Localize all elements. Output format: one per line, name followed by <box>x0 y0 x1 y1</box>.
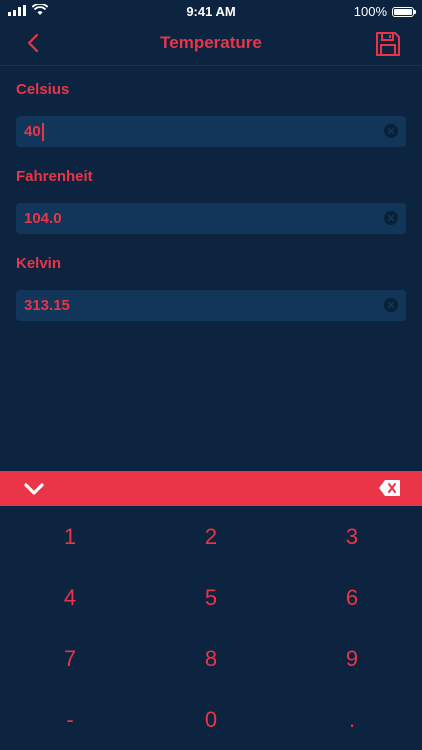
page-title: Temperature <box>160 33 262 52</box>
battery-icon <box>392 6 416 17</box>
key-9[interactable]: 9 <box>282 629 422 689</box>
save-button[interactable] <box>374 30 402 58</box>
floppy-disk-icon <box>376 32 400 56</box>
kelvin-field-group: Kelvin 313.15 <box>16 254 406 321</box>
fahrenheit-label: Fahrenheit <box>16 168 93 185</box>
key-8[interactable]: 8 <box>141 629 281 689</box>
battery-fill <box>394 8 412 15</box>
key-decimal[interactable]: . <box>282 690 422 750</box>
status-right: 100% <box>353 4 416 19</box>
fahrenheit-field-group: Fahrenheit 104.0 <box>16 167 406 234</box>
kelvin-input[interactable]: 313.15 <box>16 290 406 321</box>
numeric-keypad: 1 2 3 4 5 6 7 8 9 - 0 . <box>0 506 422 750</box>
key-5[interactable]: 5 <box>141 568 281 628</box>
conversion-form: Celsius 40 Fahrenheit 104.0 Kelvin 313.1… <box>16 80 406 341</box>
key-6[interactable]: 6 <box>282 568 422 628</box>
clear-fahrenheit-button[interactable] <box>384 211 398 225</box>
clear-icon <box>387 127 395 135</box>
battery-percentage: 100% <box>353 4 387 19</box>
celsius-label: Celsius <box>16 81 70 98</box>
key-3[interactable]: 3 <box>282 507 422 567</box>
keyboard-toolbar <box>0 471 422 506</box>
backspace-button[interactable] <box>378 478 402 498</box>
hide-keyboard-button[interactable] <box>22 479 46 499</box>
key-1[interactable]: 1 <box>0 507 140 567</box>
clear-celsius-button[interactable] <box>384 124 398 138</box>
fahrenheit-input[interactable]: 104.0 <box>16 203 406 234</box>
fahrenheit-value: 104.0 <box>24 210 62 227</box>
status-bar: 9:41 AM 100% <box>0 0 422 22</box>
key-7[interactable]: 7 <box>0 629 140 689</box>
clear-icon <box>387 301 395 309</box>
celsius-input[interactable]: 40 <box>16 116 406 147</box>
key-2[interactable]: 2 <box>141 507 281 567</box>
nav-bar: Temperature <box>0 22 422 66</box>
celsius-value: 40 <box>24 123 41 140</box>
text-cursor <box>41 122 44 141</box>
kelvin-label: Kelvin <box>16 255 62 272</box>
kelvin-value: 313.15 <box>24 297 70 314</box>
key-minus[interactable]: - <box>0 690 140 750</box>
clear-icon <box>387 214 395 222</box>
celsius-field-group: Celsius 40 <box>16 80 406 147</box>
chevron-down-icon <box>24 483 44 495</box>
key-4[interactable]: 4 <box>0 568 140 628</box>
key-0[interactable]: 0 <box>141 690 281 750</box>
clear-kelvin-button[interactable] <box>384 298 398 312</box>
backspace-icon <box>379 480 400 496</box>
